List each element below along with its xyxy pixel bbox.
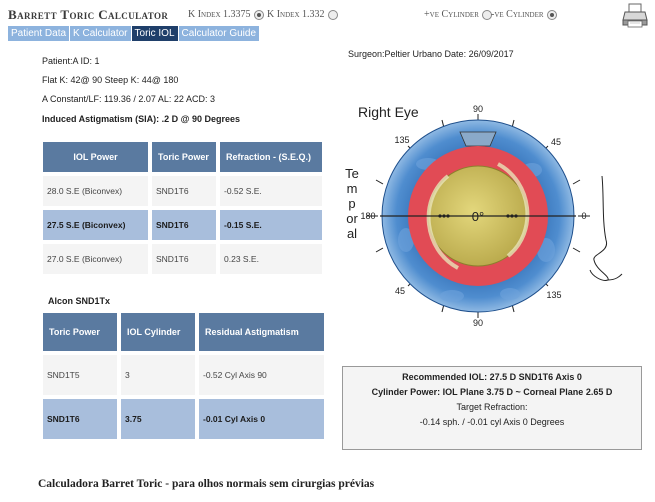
k-index-1-332-radio[interactable]	[327, 9, 338, 20]
refraction-cell: -0.15 S.E.	[220, 210, 322, 240]
lens-model-heading: Alcon SND1Tx	[48, 296, 111, 306]
iol-power-cell: 27.0 S.E (Biconvex)	[43, 244, 148, 274]
k-index-1-3375-label: K Index 1.3375	[188, 9, 251, 20]
k-index-1-3375-option[interactable]: K Index 1.3375	[188, 9, 264, 20]
sia-line: Induced Astigmatism (SIA): .2 D @ 90 Deg…	[42, 114, 240, 124]
iol-power-cell: 27.5 S.E (Biconvex)	[43, 210, 148, 240]
recommended-iol: Recommended IOL: 27.5 D SND1T6 Axis 0	[402, 372, 582, 382]
residual-astigmatism-cell: -0.01 Cyl Axis 0	[199, 399, 324, 439]
cylinder-table: Toric Power IOL Cylinder Residual Astigm…	[39, 309, 328, 443]
tick-label-135-bottom: 135	[546, 290, 561, 300]
tab-toric-iol[interactable]: Toric IOL	[131, 26, 178, 41]
tab-k-calculator[interactable]: K Calculator	[70, 26, 131, 41]
tick-label-90-bottom: 90	[473, 318, 483, 328]
figure-caption: Calculadora Barret Toric - para olhos no…	[38, 478, 375, 490]
negative-cylinder-option[interactable]: -ve Cylinder	[491, 9, 557, 20]
tab-calculator-guide[interactable]: Calculator Guide	[178, 26, 260, 41]
tick-label-135-top: 135	[394, 135, 409, 145]
table-row[interactable]: 27.5 S.E (Biconvex) SND1T6 -0.15 S.E.	[43, 210, 322, 240]
k-index-1-332-label: K Index 1.332	[267, 9, 325, 20]
result-panel: Recommended IOL: 27.5 D SND1T6 Axis 0 Cy…	[342, 366, 642, 450]
refraction-cell: 0.23 S.E.	[220, 244, 322, 274]
cylinder-power: Cylinder Power: IOL Plane 3.75 D ~ Corne…	[371, 387, 613, 397]
target-refraction-label: Target Refraction:	[456, 402, 528, 412]
negative-cylinder-radio[interactable]	[546, 9, 557, 20]
header-iol-cylinder: IOL Cylinder	[121, 313, 195, 351]
iol-power-cell: 28.0 S.E (Biconvex)	[43, 176, 148, 206]
positive-cylinder-option[interactable]: +ve Cylinder	[424, 9, 492, 20]
toric-power-cell: SND1T6	[152, 176, 216, 206]
tick-label-90-top: 90	[473, 104, 483, 114]
tick-label-45-top: 45	[551, 137, 561, 147]
toric-axis-diagram: 0° 90 45 0 135 180 45 90 135	[360, 104, 623, 328]
negative-cylinder-label: -ve Cylinder	[491, 9, 544, 20]
refraction-cell: -0.52 S.E.	[220, 176, 322, 206]
table-row[interactable]: SND1T6 3.75 -0.01 Cyl Axis 0	[43, 399, 324, 439]
k-index-1-3375-radio[interactable]	[253, 9, 264, 20]
toric-power-cell: SND1T6	[152, 210, 216, 240]
iol-cylinder-cell: 3.75	[121, 399, 195, 439]
positive-cylinder-label: +ve Cylinder	[424, 9, 479, 20]
target-refraction-value: -0.14 sph. / -0.01 cyl Axis 0 Degrees	[419, 417, 565, 427]
iol-cylinder-cell: 3	[121, 355, 195, 395]
header-residual-astigmatism: Residual Astigmatism	[199, 313, 324, 351]
toric-power-cell: SND1T6	[43, 399, 117, 439]
printer-icon[interactable]	[622, 2, 648, 28]
center-axis-label: 0°	[472, 209, 484, 224]
incision-marker	[459, 131, 497, 147]
k-index-1-332-option[interactable]: K Index 1.332	[267, 9, 338, 20]
tab-patient-data[interactable]: Patient Data	[8, 26, 70, 41]
surgeon-date-line: Surgeon:Peltier Urbano Date: 26/09/2017	[348, 49, 514, 59]
constants-line: A Constant/LF: 119.36 / 2.07 AL: 22 ACD:…	[42, 94, 215, 104]
patient-line: Patient:A ID: 1	[42, 56, 100, 66]
tab-bar: Patient Data K Calculator Toric IOL Calc…	[8, 26, 260, 41]
header-refraction: Refraction - (S.E.Q.)	[220, 142, 322, 172]
header-toric-power: Toric Power	[43, 313, 117, 351]
iol-power-table: IOL Power Toric Power Refraction - (S.E.…	[39, 138, 326, 278]
header-iol-power: IOL Power	[43, 142, 148, 172]
table-row[interactable]: SND1T5 3 -0.52 Cyl Axis 90	[43, 355, 324, 395]
residual-astigmatism-cell: -0.52 Cyl Axis 90	[199, 355, 324, 395]
app-title: Barrett Toric Calculator	[8, 7, 169, 22]
tick-label-0: 0	[581, 211, 586, 221]
nose-profile-icon	[589, 175, 623, 281]
keratometry-line: Flat K: 42@ 90 Steep K: 44@ 180	[42, 75, 179, 85]
tick-label-45-bottom: 45	[395, 286, 405, 296]
table-row[interactable]: 27.0 S.E (Biconvex) SND1T6 0.23 S.E.	[43, 244, 322, 274]
header-toric-power: Toric Power	[152, 142, 216, 172]
toric-power-cell: SND1T5	[43, 355, 117, 395]
toric-power-cell: SND1T6	[152, 244, 216, 274]
tick-label-180: 180	[360, 211, 375, 221]
table-row[interactable]: 28.0 S.E (Biconvex) SND1T6 -0.52 S.E.	[43, 176, 322, 206]
